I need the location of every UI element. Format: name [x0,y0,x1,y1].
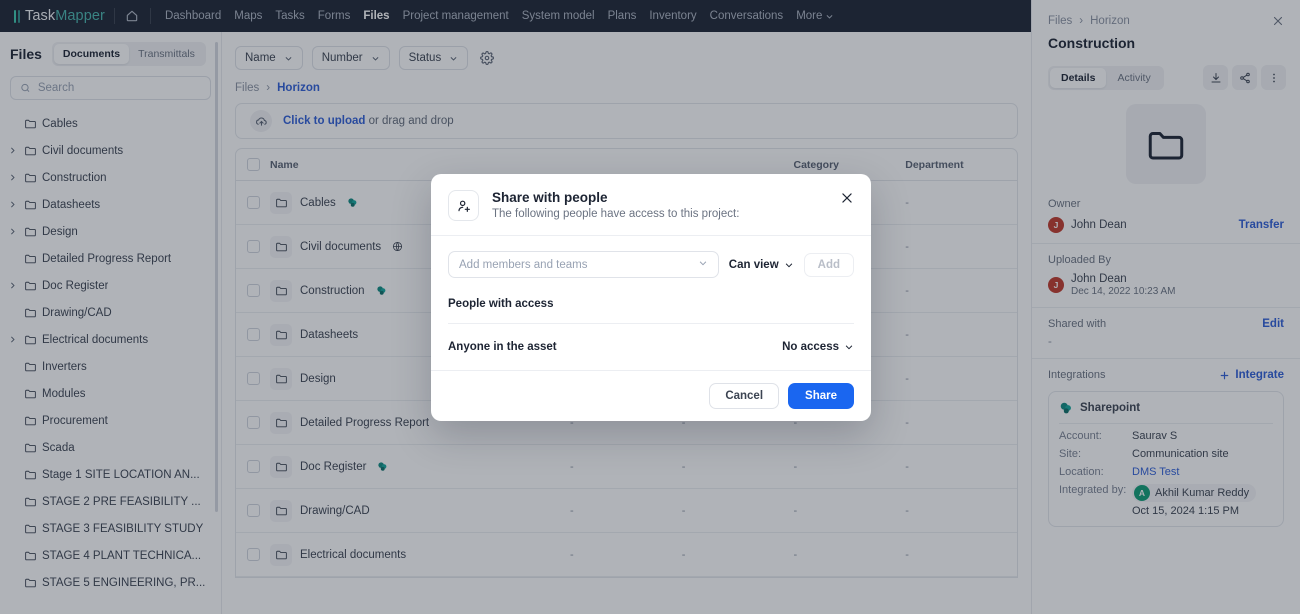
chevron-down-icon [698,258,708,271]
add-button[interactable]: Add [803,252,854,277]
share-modal: Share with people The following people h… [431,174,871,421]
share-modal-body: Add members and teams Can view Add Peopl… [431,236,871,370]
chevron-down-icon [845,345,853,350]
cancel-button[interactable]: Cancel [709,383,780,409]
share-modal-footer: Cancel Share [431,370,871,421]
close-icon[interactable] [839,190,855,206]
members-select[interactable]: Add members and teams [448,251,719,278]
anyone-in-asset-label: Anyone in the asset [448,341,557,353]
people-with-access-heading: People with access [448,278,854,324]
add-person-icon [448,190,479,221]
members-select-placeholder: Add members and teams [459,258,588,271]
anyone-access-label: No access [782,341,839,353]
anyone-access-dropdown[interactable]: No access [782,341,854,353]
permission-label: Can view [728,258,779,271]
share-add-row: Add members and teams Can view Add [448,251,854,278]
anyone-in-asset-row: Anyone in the asset No access [448,324,854,370]
share-modal-header: Share with people The following people h… [431,174,871,236]
share-modal-subtitle: The following people have access to this… [492,208,740,220]
share-modal-title: Share with people [492,190,608,205]
permission-dropdown[interactable]: Can view [729,259,794,271]
chevron-down-icon [785,262,792,267]
share-button[interactable]: Share [788,383,854,409]
